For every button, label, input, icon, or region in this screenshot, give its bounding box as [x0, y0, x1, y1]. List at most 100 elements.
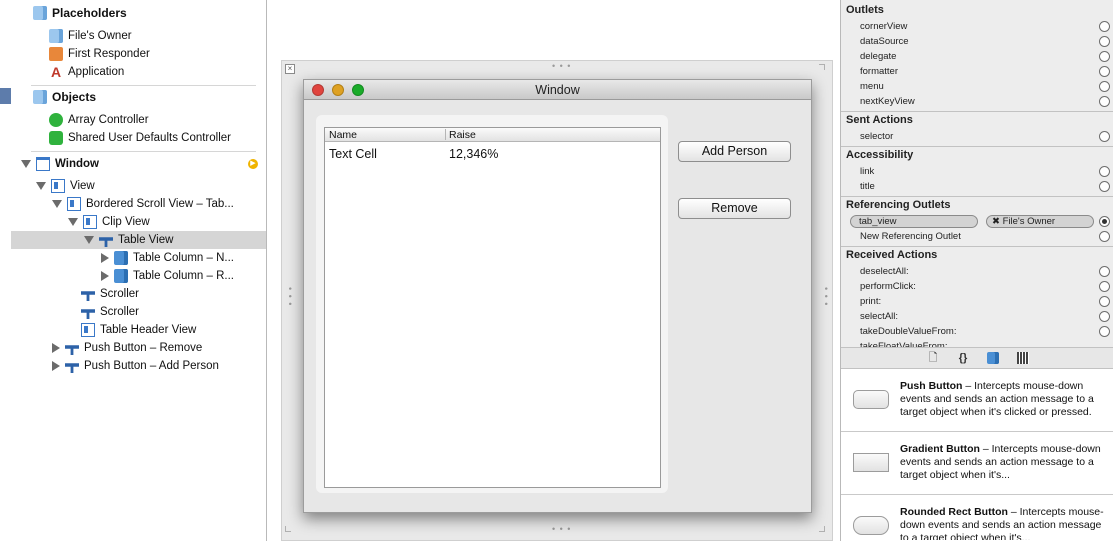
accessibility-connection-circle[interactable] [1099, 166, 1110, 177]
received-connection-circle[interactable] [1099, 281, 1110, 292]
table-cell-raise[interactable]: 12,346% [449, 147, 498, 161]
array-controller-icon [49, 113, 63, 127]
referencing-outlets-header: Referencing Outlets [846, 199, 951, 211]
library-item-rounded-rect-button[interactable]: Rounded Rect Button – Intercepts mouse-d… [841, 495, 1113, 541]
table-view[interactable]: Name Raise Text Cell 12,346% [324, 127, 661, 488]
frame-close-icon[interactable]: × [285, 64, 295, 74]
disclosure-open-icon[interactable] [21, 160, 31, 168]
file-icon[interactable]: 🗋 [927, 352, 939, 364]
received-connection-circle[interactable] [1099, 266, 1110, 277]
disclosure-open-icon[interactable] [68, 218, 78, 226]
outline-first-responder[interactable]: First Responder [49, 45, 150, 63]
library-item-push-button[interactable]: Push Button – Intercepts mouse-down even… [841, 369, 1113, 432]
library-item-text: Gradient Button – Intercepts mouse-down … [900, 443, 1105, 482]
outlet-connection-circle[interactable] [1099, 81, 1110, 92]
outline-push-button-add[interactable]: Push Button – Add Person [52, 357, 219, 375]
scroller-label: Scroller [100, 288, 139, 300]
resize-handle-top-icon[interactable]: • • • [552, 61, 571, 71]
outline-edge-marker [0, 88, 11, 104]
column-header-name[interactable]: Name [329, 129, 357, 141]
disclosure-open-icon[interactable] [84, 236, 94, 244]
add-person-button[interactable]: Add Person [678, 141, 791, 162]
placeholders-header: Placeholders [52, 6, 127, 20]
outline-files-owner[interactable]: File's Owner [49, 27, 132, 45]
outline-bordered-scroll-view[interactable]: Bordered Scroll View – Tab... [52, 195, 234, 213]
outlet-delegate: delegate [860, 51, 897, 62]
disclosure-closed-icon[interactable] [52, 343, 60, 353]
table-column-icon [114, 269, 128, 283]
new-referencing-circle[interactable] [1099, 231, 1110, 242]
designed-window[interactable]: Window Name Raise Text Cell 12,346% Add … [303, 79, 812, 513]
library-item-gradient-button[interactable]: Gradient Button – Intercepts mouse-down … [841, 432, 1113, 495]
outline-window[interactable]: Window [21, 155, 99, 173]
outlets-header: Outlets [846, 4, 884, 16]
connections-inspector: Outlets cornerView dataSource delegate f… [840, 0, 1113, 541]
resize-handle-bottom-icon[interactable]: • • • [552, 524, 571, 534]
object-library-list[interactable]: Push Button – Intercepts mouse-down even… [841, 369, 1113, 541]
outline-shared-user-defaults[interactable]: Shared User Defaults Controller [49, 129, 231, 147]
referencing-outlet-name[interactable]: tab_view [850, 215, 978, 228]
disclosure-closed-icon[interactable] [101, 271, 109, 281]
outline-table-column-name[interactable]: Table Column – N... [101, 249, 234, 267]
disconnect-x-icon[interactable]: ✖ [992, 216, 1003, 227]
outline-push-button-remove[interactable]: Push Button – Remove [52, 339, 202, 357]
view-icon [51, 179, 65, 193]
editor-canvas[interactable]: × • • • • • • • • • • • • Window Name Ra… [267, 0, 840, 541]
resize-handle-left-icon[interactable]: • • • [285, 287, 295, 306]
outlet-connection-circle[interactable] [1099, 51, 1110, 62]
column-divider[interactable] [445, 129, 446, 140]
outline-table-column-raise[interactable]: Table Column – R... [101, 267, 234, 285]
outlet-connection-circle[interactable] [1099, 96, 1110, 107]
library-item-title: Push Button [900, 380, 963, 392]
disclosure-closed-icon[interactable] [101, 253, 109, 263]
scroller-icon [81, 309, 95, 319]
received-connection-circle[interactable] [1099, 296, 1110, 307]
objects-section[interactable]: Objects [33, 90, 96, 104]
outlet-connection-circle[interactable] [1099, 66, 1110, 77]
table-header-view-label: Table Header View [100, 324, 197, 336]
resize-handle-right-icon[interactable]: • • • [821, 287, 831, 306]
table-header-view-icon [81, 323, 95, 337]
media-grid-icon[interactable] [1017, 352, 1029, 364]
received-actions-header: Received Actions [846, 249, 938, 261]
disclosure-open-icon[interactable] [36, 182, 46, 190]
outline-array-controller[interactable]: Array Controller [49, 111, 149, 129]
outline-clip-view[interactable]: Clip View [68, 213, 150, 231]
objects-header: Objects [52, 90, 97, 104]
disclosure-open-icon[interactable] [52, 200, 62, 208]
disclosure-closed-icon[interactable] [52, 361, 60, 371]
received-connection-circle[interactable] [1099, 326, 1110, 337]
column-header-raise[interactable]: Raise [449, 129, 476, 141]
outline-scroller-1[interactable]: Scroller [81, 285, 139, 303]
outline-table-header-view[interactable]: Table Header View [81, 321, 196, 339]
received-connection-circle[interactable] [1099, 311, 1110, 322]
library-item-title: Rounded Rect Button [900, 506, 1008, 518]
outlet-connection-circle[interactable] [1099, 21, 1110, 32]
window-arrow-badge-icon[interactable]: ▶ [248, 159, 258, 169]
files-owner-label: File's Owner [68, 30, 132, 42]
outline-table-view[interactable]: Table View [84, 231, 173, 249]
outline-view[interactable]: View [36, 177, 95, 195]
clip-view-label: Clip View [102, 216, 150, 228]
accessibility-connection-circle[interactable] [1099, 181, 1110, 192]
outlet-connection-circle[interactable] [1099, 36, 1110, 47]
referencing-outlet-target[interactable]: ✖ File's Owner [986, 215, 1094, 228]
outlet-formatter: formatter [860, 66, 899, 77]
outline-scroller-2[interactable]: Scroller [81, 303, 139, 321]
gradient-button-preview-icon [853, 453, 889, 472]
table-cell-name[interactable]: Text Cell [329, 147, 377, 161]
braces-icon[interactable]: {} [957, 352, 969, 364]
library-item-text: Push Button – Intercepts mouse-down even… [900, 380, 1105, 419]
received-deselectall: deselectAll: [860, 266, 909, 277]
object-cube-icon[interactable] [987, 352, 999, 364]
window-titlebar[interactable]: Window [304, 80, 811, 100]
referencing-connection-circle[interactable] [1099, 216, 1110, 227]
table-header[interactable]: Name Raise [325, 128, 660, 142]
outline-application[interactable]: A Application [49, 63, 124, 81]
remove-button[interactable]: Remove [678, 198, 791, 219]
action-connection-circle[interactable] [1099, 131, 1110, 142]
received-selectall: selectAll: [860, 311, 899, 322]
inspector-divider [841, 196, 1113, 197]
shared-user-defaults-label: Shared User Defaults Controller [68, 132, 231, 144]
placeholders-section[interactable]: Placeholders [33, 6, 127, 20]
